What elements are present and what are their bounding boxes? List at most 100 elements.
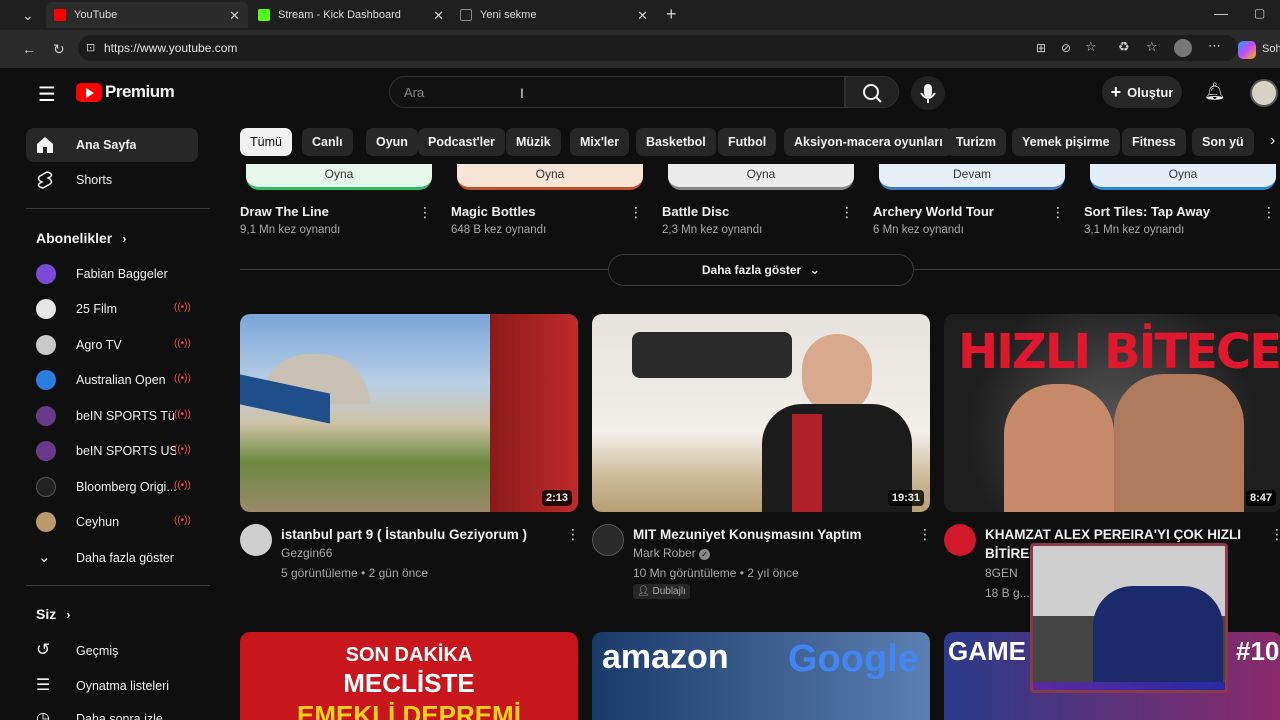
- game-title[interactable]: Magic Bottles: [451, 204, 536, 219]
- play-game-button[interactable]: Oyna: [668, 164, 854, 190]
- bell-icon[interactable]: 🔔︎: [1204, 82, 1226, 102]
- more-vert-icon[interactable]: ⋮: [629, 204, 643, 221]
- chip-recent[interactable]: Son yü: [1192, 128, 1254, 156]
- channel-avatar[interactable]: [944, 524, 976, 556]
- video-thumbnail[interactable]: HIZLI BİTECEK 8:47: [944, 314, 1280, 512]
- chip-action-adventure[interactable]: Aksiyon-macera oyunları: [784, 128, 953, 156]
- more-vert-icon[interactable]: ⋮: [918, 526, 932, 543]
- sidebar-item-playlists[interactable]: ☰ Oynatma listeleri: [26, 669, 198, 703]
- sidebar-item-subscription[interactable]: Bloomberg Origi... ((•)): [26, 470, 198, 504]
- menu-icon[interactable]: ☰: [38, 82, 56, 107]
- sidebar-show-more[interactable]: ⌄ Daha fazla göster: [26, 541, 198, 575]
- game-plays: 3,1 Mn kez oynandı: [1084, 224, 1185, 236]
- logo-text: Premium: [105, 82, 175, 101]
- stole-shape: [792, 414, 822, 512]
- more-vert-icon[interactable]: ⋮: [1270, 526, 1280, 543]
- youtube-logo[interactable]: Premium: [76, 82, 175, 102]
- sidebar-item-subscription[interactable]: beIN SPORTS USA ((•)): [26, 434, 198, 468]
- game-title[interactable]: Draw The Line: [240, 204, 329, 219]
- video-title[interactable]: MIT Mezuniyet Konuşmasını Yaptım: [633, 525, 913, 544]
- tab-kick[interactable]: Stream - Kick Dashboard ✕: [250, 2, 452, 28]
- favorites-icon[interactable]: ☆: [1146, 40, 1158, 54]
- sidebar-item-subscription[interactable]: beIN SPORTS Tü... ((•)): [26, 399, 198, 433]
- chip-podcasts[interactable]: Podcast'ler: [418, 128, 505, 156]
- channel-avatar[interactable]: [240, 524, 272, 556]
- more-vert-icon[interactable]: ⋮: [566, 526, 580, 543]
- more-vert-icon[interactable]: ⋮: [1051, 204, 1065, 221]
- play-game-button[interactable]: Oyna: [457, 164, 643, 190]
- chevron-right-icon[interactable]: ›: [1270, 132, 1275, 150]
- reload-icon[interactable]: ↻: [53, 42, 65, 56]
- apps-icon[interactable]: ⊞: [1036, 41, 1046, 55]
- search-box[interactable]: I: [389, 76, 845, 108]
- site-info-icon[interactable]: ⊡: [86, 41, 95, 55]
- chip-basketball[interactable]: Basketbol: [636, 128, 716, 156]
- show-more-button[interactable]: Daha fazla göster ⌄: [608, 254, 914, 286]
- maximize-icon[interactable]: ▢: [1254, 6, 1265, 20]
- sidebar-label[interactable]: Soh: [1262, 43, 1280, 55]
- chip-all[interactable]: Tümü: [240, 128, 292, 156]
- back-icon[interactable]: ←: [22, 42, 36, 56]
- profile-icon[interactable]: [1174, 39, 1192, 57]
- video-thumbnail[interactable]: SON DAKİKA MECLİSTE EMEKLİ DEPREMİ: [240, 632, 578, 720]
- favorite-icon[interactable]: ☆: [1085, 40, 1097, 54]
- channel-name[interactable]: Mark Rober ✓: [633, 546, 711, 560]
- live-icon: ((•)): [174, 373, 191, 384]
- chip-tourism[interactable]: Turizm: [946, 128, 1007, 156]
- you-heading[interactable]: Siz ›: [36, 606, 70, 622]
- tab-new[interactable]: Yeni sekme ✕: [452, 2, 656, 28]
- close-icon[interactable]: ✕: [433, 8, 444, 24]
- chip-cooking[interactable]: Yemek pişirme: [1012, 128, 1120, 156]
- extensions-icon[interactable]: ♻: [1118, 40, 1130, 54]
- sidebar-item-subscription[interactable]: Ceyhun ((•)): [26, 505, 198, 539]
- sidebar-item-watch-later[interactable]: ◷ Daha sonra izle: [26, 702, 198, 720]
- play-game-button[interactable]: Devam: [879, 164, 1065, 190]
- chip-music[interactable]: Müzik: [506, 128, 561, 156]
- chip-fitness[interactable]: Fitness: [1122, 128, 1186, 156]
- game-title[interactable]: Battle Disc: [662, 204, 729, 219]
- video-thumbnail[interactable]: 19:31: [592, 314, 930, 512]
- video-title[interactable]: istanbul part 9 ( İstanbulu Geziyorum ): [281, 525, 561, 544]
- sidebar-item-subscription[interactable]: Australian Open ((•)): [26, 363, 198, 397]
- game-plays: 648 B kez oynandı: [451, 224, 547, 236]
- tab-youtube[interactable]: YouTube ✕: [46, 2, 248, 28]
- tab-list-icon[interactable]: ⌄: [22, 8, 34, 22]
- sidebar-item-home[interactable]: Ana Sayfa: [26, 128, 198, 162]
- play-game-button[interactable]: Oyna: [1090, 164, 1276, 190]
- new-tab-icon[interactable]: +: [666, 5, 677, 23]
- sidebar-item-subscription[interactable]: 25 Film ((•)): [26, 292, 198, 326]
- more-vert-icon[interactable]: ⋮: [840, 204, 854, 221]
- close-icon[interactable]: ✕: [637, 8, 648, 24]
- search-button[interactable]: [845, 76, 899, 108]
- chip-live[interactable]: Canlı: [302, 128, 353, 156]
- voice-search-button[interactable]: [911, 76, 945, 110]
- sidebar-item-subscription[interactable]: Fabian Baggeler: [26, 257, 198, 291]
- url-text[interactable]: https://www.youtube.com: [104, 41, 237, 55]
- game-title[interactable]: Archery World Tour: [873, 204, 994, 219]
- subscriptions-heading[interactable]: Abonelikler ›: [36, 230, 126, 246]
- minimize-icon[interactable]: —: [1214, 6, 1228, 20]
- sidebar-item-history[interactable]: ↺ Geçmiş: [26, 634, 198, 668]
- more-icon[interactable]: ⋯: [1208, 39, 1221, 53]
- video-thumbnail[interactable]: 2:13: [240, 314, 578, 512]
- game-title[interactable]: Sort Tiles: Tap Away: [1084, 204, 1210, 219]
- play-game-button[interactable]: Oyna: [246, 164, 432, 190]
- chip-gaming[interactable]: Oyun: [366, 128, 418, 156]
- channel-avatar[interactable]: [592, 524, 624, 556]
- close-icon[interactable]: ✕: [229, 8, 240, 24]
- account-avatar[interactable]: [1250, 79, 1278, 107]
- search-input[interactable]: [404, 83, 804, 101]
- create-button[interactable]: + Oluştur: [1102, 76, 1182, 108]
- video-thumbnail[interactable]: amazon Google: [592, 632, 930, 720]
- more-vert-icon[interactable]: ⋮: [418, 204, 432, 221]
- chip-mixes[interactable]: Mix'ler: [570, 128, 630, 156]
- sidebar-item-shorts[interactable]: Shorts: [26, 163, 198, 197]
- sidebar-item-subscription[interactable]: Agro TV ((•)): [26, 328, 198, 362]
- channel-name[interactable]: 8GEN: [985, 566, 1018, 580]
- tracking-icon[interactable]: ⊘: [1061, 41, 1071, 55]
- more-vert-icon[interactable]: ⋮: [1262, 204, 1276, 221]
- channel-name[interactable]: Gezgin66: [281, 546, 332, 560]
- url-box[interactable]: ⊡ https://www.youtube.com ⊞ ⊘ ☆ ♻ ☆ ⋯: [78, 35, 1238, 61]
- chip-football[interactable]: Futbol: [718, 128, 777, 156]
- copilot-icon[interactable]: [1238, 41, 1256, 59]
